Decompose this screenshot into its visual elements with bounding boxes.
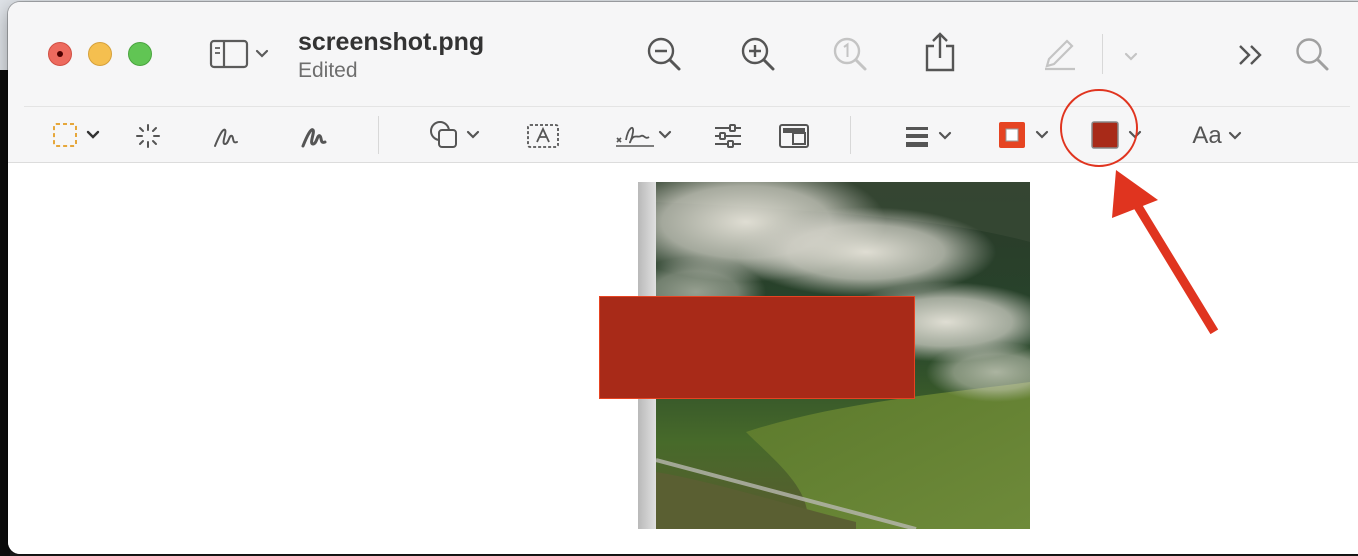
close-button[interactable]	[48, 42, 72, 66]
page-layout-button[interactable]	[776, 120, 812, 152]
chevron-down-icon	[938, 131, 952, 141]
signature-button[interactable]	[610, 118, 676, 152]
chevron-down-icon	[255, 49, 269, 59]
redaction-rectangle[interactable]	[599, 296, 915, 399]
document-title: screenshot.png	[298, 28, 485, 56]
minimize-button[interactable]	[88, 42, 112, 66]
instant-alpha-icon	[134, 122, 162, 150]
search-button[interactable]	[1292, 34, 1332, 74]
share-icon	[923, 32, 957, 72]
actual-size-button[interactable]	[830, 34, 870, 74]
zoom-in-button[interactable]	[738, 34, 778, 74]
border-color-button[interactable]	[992, 118, 1054, 152]
share-button[interactable]	[920, 30, 960, 74]
text-box-button[interactable]	[524, 120, 562, 152]
markup-button[interactable]	[1040, 32, 1080, 72]
shape-style-icon	[904, 124, 930, 148]
markup-options-button[interactable]	[1116, 42, 1146, 72]
zoom-window-button[interactable]	[128, 42, 152, 66]
document-status: Edited	[298, 59, 358, 82]
toolbar-separator	[378, 116, 379, 154]
pointer-arrow	[1112, 170, 1219, 335]
selection-tool-button[interactable]	[46, 120, 106, 150]
chevron-down-icon	[658, 130, 672, 140]
shape-style-button[interactable]	[898, 120, 958, 152]
text-style-icon: Aa	[1192, 122, 1222, 149]
chevron-down-icon	[86, 130, 100, 140]
draw-icon	[299, 122, 329, 150]
text-style-button[interactable]: Aa	[1184, 118, 1250, 154]
rectangular-selection-icon	[52, 122, 78, 148]
toolbar-separator	[850, 116, 851, 154]
shapes-icon	[428, 119, 460, 151]
markup-pen-icon	[1041, 33, 1079, 71]
adjust-color-button[interactable]	[712, 120, 744, 152]
chevron-down-icon	[466, 130, 480, 140]
sketch-button[interactable]	[210, 120, 242, 152]
more-tools-button[interactable]	[1234, 38, 1268, 72]
actual-size-icon	[832, 36, 868, 72]
chevron-down-icon	[1035, 130, 1049, 140]
more-chevrons-icon	[1236, 43, 1266, 67]
sketch-icon	[211, 122, 241, 150]
chevron-down-icon	[1123, 51, 1139, 63]
zoom-out-icon	[646, 36, 682, 72]
signature-icon	[614, 120, 656, 150]
zoom-in-icon	[740, 36, 776, 72]
page-layout-icon	[778, 123, 810, 149]
sidebar-toggle-icon	[209, 39, 249, 69]
adjust-color-icon	[713, 123, 743, 149]
draw-button[interactable]	[298, 120, 330, 152]
zoom-out-button[interactable]	[644, 34, 684, 74]
chevron-down-icon	[1228, 131, 1242, 141]
toolbar-separator	[1102, 34, 1103, 74]
toolbar-divider	[24, 106, 1350, 107]
toolbar-area: screenshot.png Edited Aa	[8, 2, 1358, 163]
highlight-circle	[1060, 89, 1138, 167]
instant-alpha-button[interactable]	[132, 120, 164, 152]
text-box-icon	[526, 123, 560, 149]
sidebar-toggle-button[interactable]	[204, 36, 274, 72]
border-color-icon	[997, 120, 1027, 150]
search-icon	[1294, 36, 1330, 72]
shapes-button[interactable]	[422, 118, 486, 152]
